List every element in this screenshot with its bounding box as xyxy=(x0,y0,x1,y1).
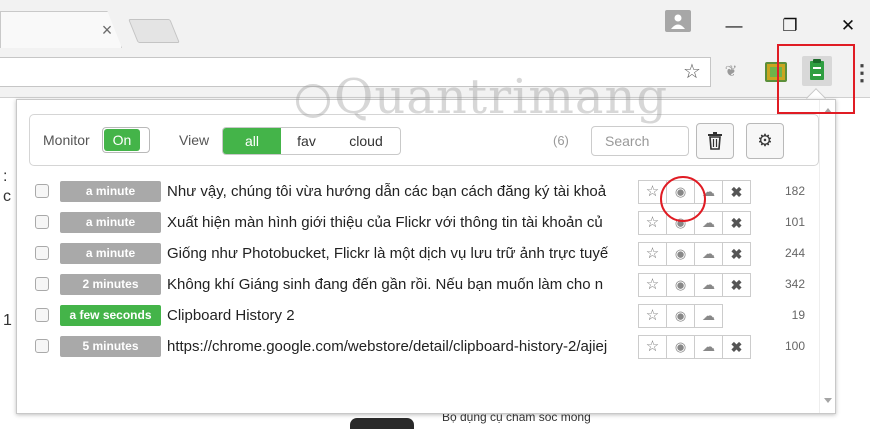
watermark-logo: Quantrimang xyxy=(280,66,667,128)
list-item: a minute Giống như Photobucket, Flickr l… xyxy=(29,238,819,268)
monitor-toggle-state: On xyxy=(104,129,140,151)
list-item: 2 minutes Không khí Giáng sinh đang đến … xyxy=(29,269,819,299)
item-size: 182 xyxy=(784,184,805,198)
time-badge: a minute xyxy=(60,243,161,264)
cloud-upload-icon[interactable]: ☁ xyxy=(694,304,723,328)
view-fav-button[interactable]: fav xyxy=(281,128,332,154)
item-actions: ☆ ◉ ☁ ✖ xyxy=(638,273,751,297)
scroll-down-arrow-icon[interactable] xyxy=(824,398,832,403)
list-item: a few seconds Clipboard History 2 ☆ ◉ ☁ … xyxy=(29,300,819,330)
delete-icon[interactable]: ✖ xyxy=(722,335,751,359)
background-page-edge: : c 1 xyxy=(0,98,16,429)
gear-icon: ⚙ xyxy=(757,131,773,150)
clear-all-button[interactable] xyxy=(696,123,734,159)
view-eye-icon[interactable]: ◉ xyxy=(666,304,695,328)
delete-icon[interactable]: ✖ xyxy=(722,180,751,204)
item-text[interactable]: Không khí Giáng sinh đang đến gần rồi. N… xyxy=(167,274,637,296)
time-badge: a minute xyxy=(60,181,161,202)
item-text[interactable]: Xuất hiện màn hình giới thiệu của Flickr… xyxy=(167,212,637,234)
item-checkbox[interactable] xyxy=(35,246,49,260)
item-size: 19 xyxy=(791,308,805,322)
item-checkbox[interactable] xyxy=(35,277,49,291)
item-checkbox[interactable] xyxy=(35,308,49,322)
annotation-highlight-circle xyxy=(660,176,706,222)
monitor-toggle[interactable]: On xyxy=(102,127,150,153)
close-window-button[interactable]: ✕ xyxy=(830,14,866,38)
background-char: 1 xyxy=(3,312,12,329)
item-checkbox[interactable] xyxy=(35,184,49,198)
monitor-label: Monitor xyxy=(43,132,90,148)
new-tab-button[interactable] xyxy=(128,19,180,43)
screenshot-root: × — ❐ ✕ ☆ ❦ ⋮ : c 1 Bộ dụng cụ chăm sóc … xyxy=(0,0,870,429)
view-eye-icon[interactable]: ◉ xyxy=(666,242,695,266)
list-item: 5 minutes https://chrome.google.com/webs… xyxy=(29,331,819,361)
minimize-button[interactable]: — xyxy=(716,14,752,38)
clipboard-history-popup: Monitor On View all fav cloud (6) Search xyxy=(16,99,836,414)
item-text[interactable]: Giống như Photobucket, Flickr là một dịc… xyxy=(167,243,637,265)
extension-leaf-icon[interactable]: ❦ xyxy=(720,62,742,82)
item-text[interactable]: Clipboard History 2 xyxy=(167,305,637,327)
tab-strip: × — ❐ ✕ xyxy=(0,0,870,48)
bookmark-star-icon[interactable]: ☆ xyxy=(680,61,704,83)
view-eye-icon[interactable]: ◉ xyxy=(666,335,695,359)
trash-icon xyxy=(708,132,722,150)
favorite-star-icon[interactable]: ☆ xyxy=(638,335,667,359)
item-size: 101 xyxy=(784,215,805,229)
time-badge: 2 minutes xyxy=(60,274,161,295)
cloud-upload-icon[interactable]: ☁ xyxy=(694,273,723,297)
browser-tab[interactable]: × xyxy=(0,11,122,48)
view-filter: all fav cloud xyxy=(222,127,401,155)
annotation-highlight-rectangle xyxy=(777,44,855,114)
item-count: (6) xyxy=(553,133,569,148)
item-size: 342 xyxy=(784,277,805,291)
settings-button[interactable]: ⚙ xyxy=(746,123,784,159)
search-input[interactable]: Search xyxy=(591,126,689,156)
item-text[interactable]: https://chrome.google.com/webstore/detai… xyxy=(167,336,637,358)
view-eye-icon[interactable]: ◉ xyxy=(666,273,695,297)
favorite-star-icon[interactable]: ☆ xyxy=(638,242,667,266)
popup-scrollbar[interactable] xyxy=(819,100,835,413)
favorite-star-icon[interactable]: ☆ xyxy=(638,273,667,297)
person-icon xyxy=(671,14,685,29)
view-cloud-button[interactable]: cloud xyxy=(332,128,400,154)
cloud-upload-icon[interactable]: ☁ xyxy=(694,335,723,359)
delete-icon[interactable]: ✖ xyxy=(722,242,751,266)
favorite-star-icon[interactable]: ☆ xyxy=(638,304,667,328)
item-size: 100 xyxy=(784,339,805,353)
item-size: 244 xyxy=(784,246,805,260)
cloud-upload-icon[interactable]: ☁ xyxy=(694,242,723,266)
time-badge: 5 minutes xyxy=(60,336,161,357)
item-actions: ☆ ◉ ☁ ✖ xyxy=(638,242,751,266)
delete-icon[interactable]: ✖ xyxy=(722,273,751,297)
restore-button[interactable]: ❐ xyxy=(772,14,808,38)
favorite-star-icon[interactable]: ☆ xyxy=(638,211,667,235)
view-all-button[interactable]: all xyxy=(223,128,281,154)
profile-icon[interactable] xyxy=(665,10,691,32)
time-badge: a few seconds xyxy=(60,305,161,326)
time-badge: a minute xyxy=(60,212,161,233)
watermark-text: Quantrimang xyxy=(334,69,669,125)
item-checkbox[interactable] xyxy=(35,215,49,229)
background-char: : xyxy=(3,168,8,185)
background-product-image xyxy=(350,418,414,429)
tab-close-icon[interactable]: × xyxy=(97,20,117,40)
delete-icon[interactable]: ✖ xyxy=(722,211,751,235)
item-checkbox[interactable] xyxy=(35,339,49,353)
item-actions: ☆ ◉ ☁ ✖ xyxy=(638,335,751,359)
view-label: View xyxy=(179,132,210,148)
item-actions: ☆ ◉ ☁ xyxy=(638,304,723,328)
background-char: c xyxy=(3,188,11,205)
item-text[interactable]: Như vậy, chúng tôi vừa hướng dẫn các bạn… xyxy=(167,181,637,203)
